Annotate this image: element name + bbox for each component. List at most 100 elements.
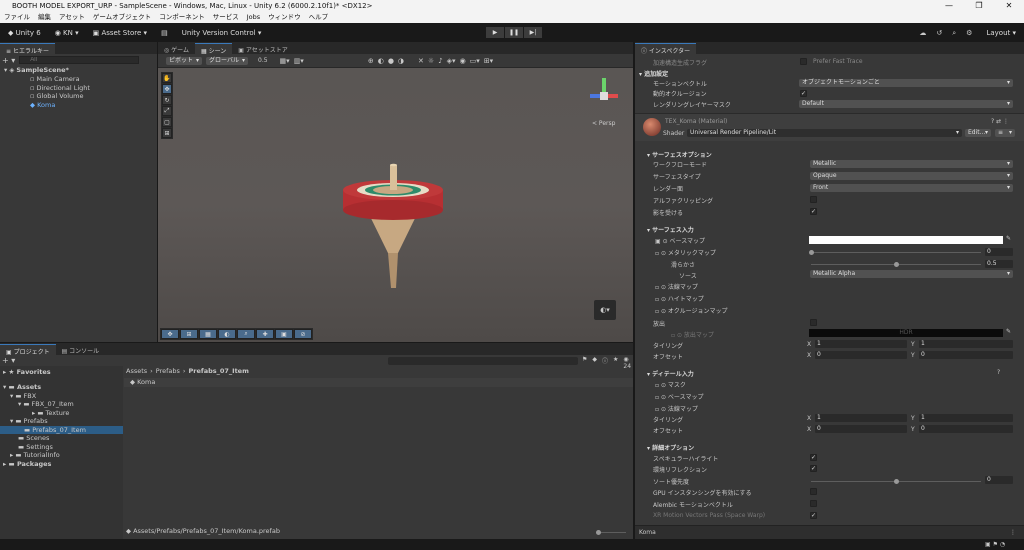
- smoothness-slider-knob[interactable]: [894, 261, 899, 267]
- shaded-icon[interactable]: ●: [388, 57, 394, 65]
- sort-priority-knob[interactable]: [894, 478, 899, 484]
- tree-prefabs[interactable]: ▾ ▬ Prefabs: [10, 417, 48, 426]
- shader-menu-button[interactable]: ≡: [995, 129, 1015, 137]
- transform-tool-icon[interactable]: ⊞: [162, 128, 172, 138]
- xr-motion-checkbox[interactable]: ✓: [810, 512, 817, 519]
- tree-prefabs-07[interactable]: ▬ Prefabs_07_Item: [0, 425, 123, 434]
- menu-edit[interactable]: 編集: [38, 12, 51, 23]
- edit-shader-button[interactable]: Edit...: [965, 129, 991, 137]
- menu-services[interactable]: サービス: [213, 12, 239, 23]
- layout-dropdown[interactable]: Layout ▾: [982, 27, 1020, 39]
- surface-type-dropdown[interactable]: Opaque: [810, 172, 1013, 180]
- footer-menu-icon[interactable]: ⋮: [1010, 529, 1016, 536]
- offset-x-field[interactable]: 0: [815, 351, 907, 359]
- motion-vectors-dropdown[interactable]: オブジェクトモーションごと: [799, 79, 1013, 87]
- tab-game[interactable]: ◎ ゲーム: [158, 43, 195, 54]
- star-icon[interactable]: ★: [613, 356, 618, 370]
- draw-mode-icon[interactable]: ◐: [378, 57, 384, 65]
- gizmos-icon[interactable]: ⊞▾: [484, 57, 493, 65]
- lighting-icon[interactable]: ☼: [428, 57, 434, 65]
- shader-dropdown[interactable]: Universal Render Pipeline/Lit: [687, 129, 962, 137]
- unity-button[interactable]: ◆ Unity 6: [4, 27, 45, 39]
- cloud-icon[interactable]: ☁: [919, 29, 926, 37]
- hand-tool-icon[interactable]: ✋: [162, 73, 172, 83]
- emission-color[interactable]: HDR: [809, 329, 1003, 337]
- tree-assets[interactable]: ▾ ▬ Assets: [3, 383, 41, 392]
- camera-overlay-icon[interactable]: ◐▾: [594, 300, 616, 320]
- gpu-instancing-checkbox[interactable]: [810, 488, 817, 495]
- version-control-button[interactable]: Unity Version Control ▾: [178, 27, 266, 39]
- file-item-koma[interactable]: ◆ Koma: [124, 378, 633, 387]
- menu-assets[interactable]: アセット: [59, 12, 85, 23]
- emission-map-label[interactable]: ▫ ⊙ 放出マップ: [671, 330, 714, 339]
- metallic-map-label[interactable]: ▫ ⊙ メタリックマップ: [655, 248, 716, 257]
- label-icon[interactable]: ◆: [592, 356, 597, 370]
- tree-texture[interactable]: ▸ ▬ Texture: [32, 409, 69, 418]
- emission-checkbox[interactable]: [810, 319, 817, 326]
- normal-map-label[interactable]: ▫ ⊙ 法線マップ: [655, 282, 698, 291]
- overlay-tool-4-icon[interactable]: ◐: [218, 329, 236, 339]
- add-icon[interactable]: + ▾: [2, 56, 15, 65]
- detail-normal-label[interactable]: ▫ ⊙ 法線マップ: [655, 404, 698, 413]
- prefer-fast-trace-checkbox[interactable]: [800, 58, 807, 65]
- base-map-color[interactable]: [809, 236, 1003, 244]
- material-help-icon[interactable]: ? ⇄ ⋮: [991, 118, 1009, 125]
- overlay-tool-1-icon[interactable]: ✥: [161, 329, 179, 339]
- orientation-icon[interactable]: ⊕: [368, 57, 374, 65]
- 2d-icon[interactable]: ✕: [418, 57, 424, 65]
- advanced-header[interactable]: ▾ 詳細オプション: [647, 443, 694, 452]
- scene-root[interactable]: ▾ ◈ SampleScene*: [4, 66, 69, 75]
- persp-label[interactable]: < Persp: [592, 120, 615, 127]
- reflections-checkbox[interactable]: ✓: [810, 465, 817, 472]
- hierarchy-item-koma[interactable]: ◆ Koma: [30, 101, 55, 110]
- detail-offset-x-field[interactable]: 0: [815, 425, 907, 433]
- tree-scenes[interactable]: ▬ Scenes: [18, 434, 49, 443]
- orientation-gizmo[interactable]: [584, 78, 624, 118]
- maximize-button[interactable]: ❐: [964, 0, 994, 12]
- tree-favorites[interactable]: ▸ ★ Favorites: [3, 368, 51, 377]
- scene-viewport[interactable]: ✋ ✥ ↻ ⤢ ▢ ⊞ < Persp ◐▾ ✥ ⊞ ▦ ◐ ⌕ ✚ ▣ ⊘: [158, 68, 633, 342]
- zoom-slider-knob[interactable]: [596, 530, 601, 535]
- audio-icon[interactable]: ♪: [438, 57, 442, 65]
- alembic-checkbox[interactable]: [810, 500, 817, 507]
- tab-console[interactable]: ▤ コンソール: [56, 344, 106, 355]
- rect-tool-icon[interactable]: ▢: [162, 117, 172, 127]
- account-button[interactable]: ◉ KN ▾: [51, 27, 83, 39]
- info-icon[interactable]: ⓘ: [602, 356, 608, 370]
- project-search-input[interactable]: [388, 357, 578, 365]
- receive-shadows-checkbox[interactable]: ✓: [810, 208, 817, 215]
- detail-inputs-header[interactable]: ▾ ディテール入力: [647, 369, 694, 378]
- detail-help-icon[interactable]: ?: [997, 369, 1000, 376]
- overlay-tool-7-icon[interactable]: ▣: [275, 329, 293, 339]
- dynamic-occlusion-checkbox[interactable]: ✓: [800, 90, 807, 97]
- global-dropdown[interactable]: グローバル: [206, 56, 248, 65]
- visibility-icon[interactable]: ◉: [460, 57, 466, 65]
- specular-checkbox[interactable]: ✓: [810, 454, 817, 461]
- tab-asset-store[interactable]: ▣ アセットストア: [232, 43, 293, 54]
- hierarchy-item-light[interactable]: ▫ Directional Light: [30, 84, 90, 93]
- render-face-dropdown[interactable]: Front: [810, 184, 1013, 192]
- move-tool-icon[interactable]: ✥: [162, 84, 172, 94]
- smoothness-value[interactable]: 0.5: [985, 260, 1013, 268]
- lit-icon[interactable]: ◑: [398, 57, 404, 65]
- asset-store-button[interactable]: ▣ Asset Store ▾: [89, 27, 151, 39]
- rotate-tool-icon[interactable]: ↻: [162, 95, 172, 105]
- metallic-value[interactable]: 0: [985, 248, 1013, 256]
- sort-priority-value[interactable]: 0: [985, 476, 1013, 484]
- workflow-dropdown[interactable]: Metallic: [810, 160, 1013, 168]
- scale-tool-icon[interactable]: ⤢: [162, 106, 172, 116]
- search-icon[interactable]: ⌕: [952, 29, 956, 38]
- menu-gameobject[interactable]: ゲームオブジェクト: [93, 12, 151, 23]
- project-add-icon[interactable]: + ▾: [2, 356, 15, 365]
- surface-inputs-header[interactable]: ▾ サーフェス入力: [647, 225, 694, 234]
- occlusion-map-label[interactable]: ▫ ⊙ オクルージョンマップ: [655, 306, 728, 315]
- tab-project[interactable]: ▣ プロジェクト: [0, 344, 56, 356]
- overlay-tool-2-icon[interactable]: ⊞: [180, 329, 198, 339]
- detail-offset-y-field[interactable]: 0: [919, 425, 1013, 433]
- filter-icon[interactable]: ⚑: [582, 356, 587, 370]
- overlay-tool-8-icon[interactable]: ⊘: [294, 329, 312, 339]
- menu-help[interactable]: ヘルプ: [309, 12, 329, 23]
- detail-tiling-x-field[interactable]: 1: [815, 414, 907, 422]
- step-button[interactable]: ▶|: [524, 27, 542, 38]
- store-icon[interactable]: ▤: [157, 27, 172, 39]
